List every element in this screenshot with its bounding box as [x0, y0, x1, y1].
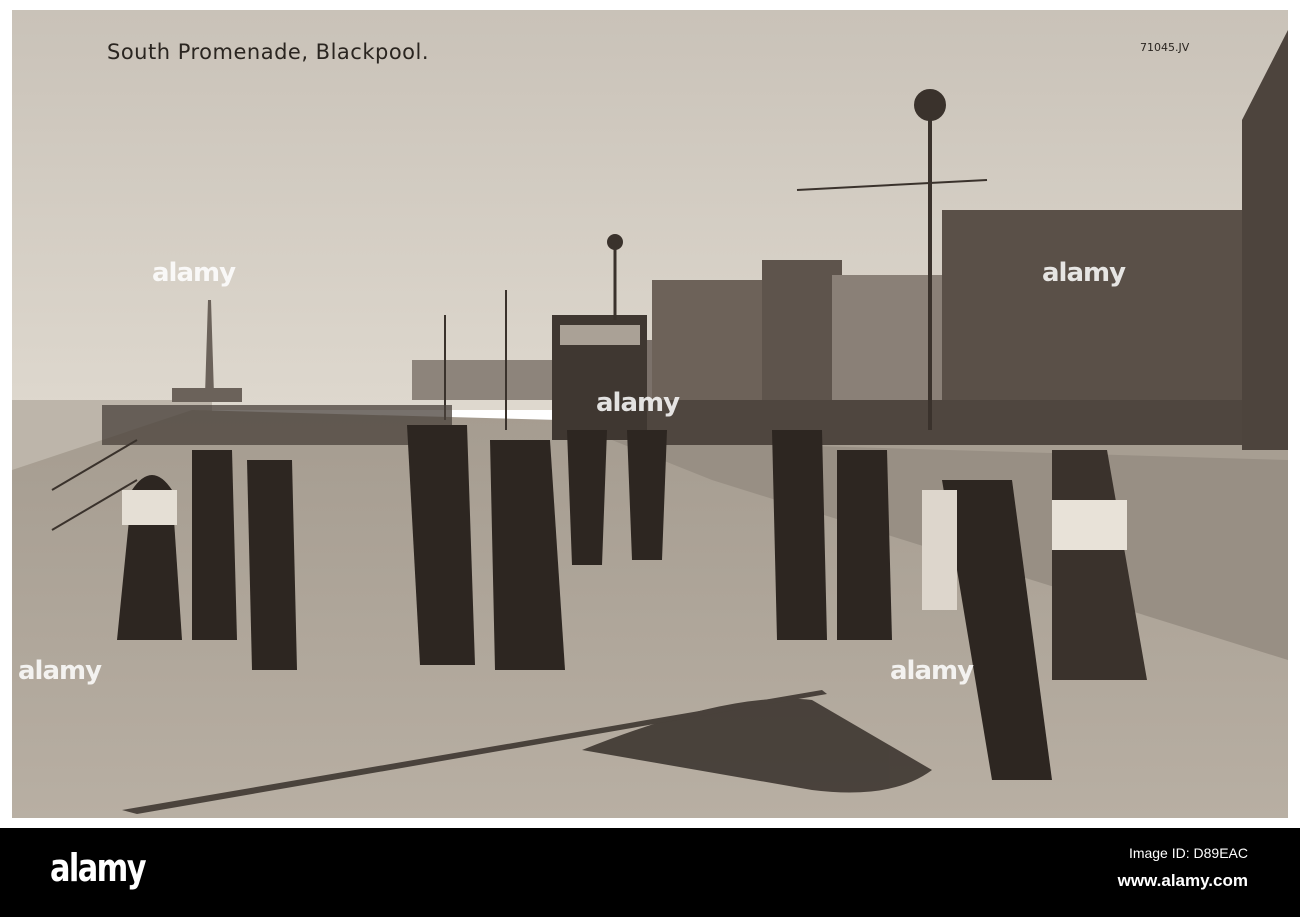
website-link[interactable]: www.alamy.com [1118, 871, 1248, 891]
watermark: alamy [1042, 258, 1126, 288]
postcard-code: 71045.JV [1140, 41, 1190, 54]
footer-bar: alamy Image ID: D89EAC www.alamy.com [0, 828, 1300, 917]
watermark: alamy [18, 656, 102, 686]
stock-photo-page: South Promenade, Blackpool. 71045.JV ala… [0, 0, 1300, 917]
watermark: alamy [890, 656, 974, 686]
postcard-caption: South Promenade, Blackpool. [107, 40, 430, 64]
crowd-distant [102, 405, 452, 445]
tram [552, 315, 647, 440]
image-id: Image ID: D89EAC [1128, 845, 1248, 861]
alamy-logo: alamy [50, 846, 147, 890]
watermark: alamy [152, 258, 236, 288]
watermark: alamy [596, 388, 680, 418]
